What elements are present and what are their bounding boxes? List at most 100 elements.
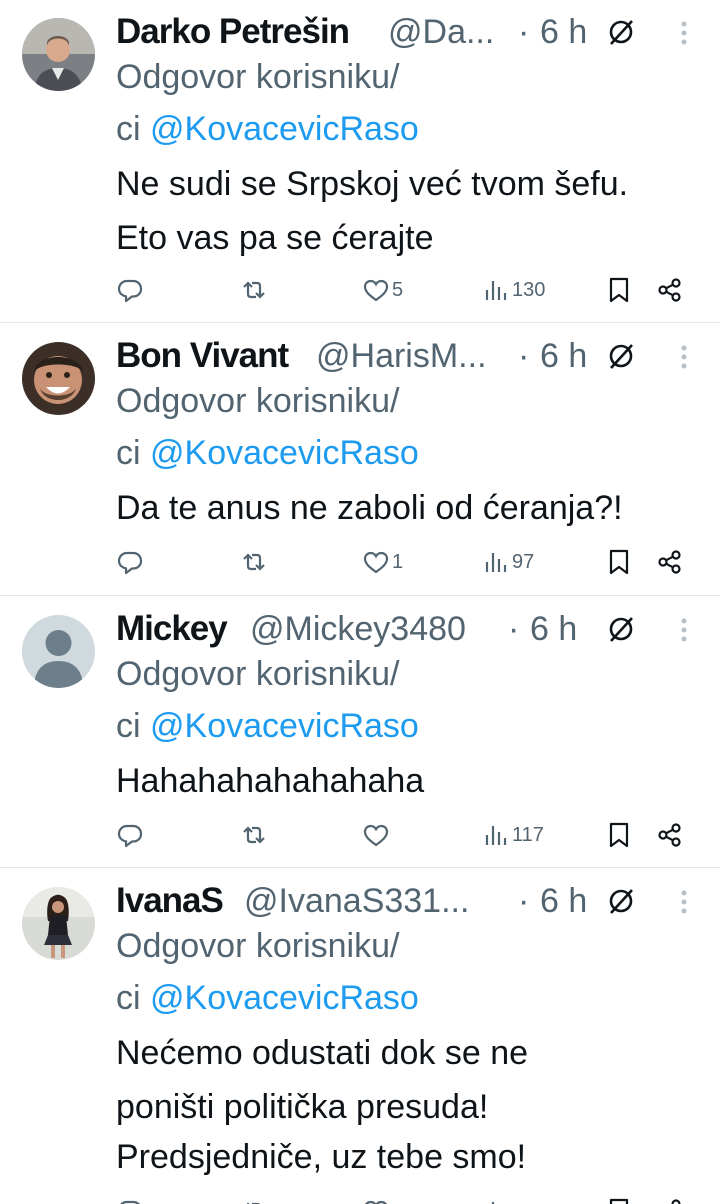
more-options-icon[interactable]: [679, 617, 689, 643]
tweet-divider: [0, 595, 720, 596]
display-name[interactable]: Bon Vivant: [116, 334, 289, 378]
more-options-icon[interactable]: [679, 344, 689, 370]
avatar[interactable]: [22, 342, 95, 415]
share-button[interactable]: [656, 542, 684, 582]
user-handle[interactable]: @HarisM...: [316, 334, 487, 378]
bookmark-button[interactable]: [605, 270, 633, 310]
action-bar: 117: [0, 815, 720, 855]
tweet-text-line: Nećemo odustati dok se ne: [116, 1034, 529, 1072]
views-icon: [485, 281, 507, 300]
reply-prefix: Odgovor korisniku/: [116, 927, 400, 965]
reply-context: Odgovor korisniku/: [116, 648, 399, 700]
avatar[interactable]: [22, 887, 95, 960]
reply-prefix: Odgovor korisniku/: [116, 382, 400, 420]
bookmark-icon: [609, 1198, 629, 1204]
bookmark-button[interactable]: [605, 1191, 633, 1204]
bookmark-button[interactable]: [605, 542, 633, 582]
display-name[interactable]: Mickey: [116, 607, 228, 651]
like-button[interactable]: 5: [362, 270, 403, 310]
mention-link[interactable]: @KovacevicRaso: [150, 707, 419, 745]
avatar[interactable]: [22, 18, 95, 91]
share-button[interactable]: [656, 1191, 684, 1204]
share-icon: [658, 823, 681, 847]
share-button[interactable]: [656, 815, 684, 855]
reply-feed: Darko Petrešin @Da... · 6 h Odgovor kori…: [0, 0, 720, 1204]
grok-icon[interactable]: [606, 886, 636, 916]
views-icon: [491, 1202, 495, 1204]
reply-button[interactable]: [116, 542, 144, 582]
bookmark-icon: [609, 277, 629, 303]
tweet-text-line: Hahahahahahahaha: [116, 762, 425, 800]
retweet-button[interactable]: [240, 542, 268, 582]
mention-link[interactable]: @KovacevicRaso: [150, 434, 419, 472]
views-button[interactable]: [482, 1191, 510, 1204]
reply-icon: [120, 1200, 141, 1204]
like-count: 1: [392, 551, 404, 573]
action-bar: 1 97: [0, 542, 720, 582]
bookmark-button[interactable]: [605, 815, 633, 855]
retweet-button[interactable]: [240, 270, 268, 310]
reply-prefix-2: ci: [116, 979, 150, 1017]
user-handle[interactable]: @Da...: [388, 10, 494, 54]
like-button[interactable]: 1: [362, 542, 403, 582]
tweet-2[interactable]: Bon Vivant @HarisM... · 6 h Odgovor kori…: [0, 324, 720, 594]
tweet-1[interactable]: Darko Petrešin @Da... · 6 h Odgovor kori…: [0, 0, 720, 322]
reply-context: Odgovor korisniku/: [116, 51, 399, 103]
views-button[interactable]: 97: [482, 542, 534, 582]
heart-icon: [363, 824, 389, 847]
more-options-icon[interactable]: [679, 20, 689, 46]
share-button[interactable]: [656, 270, 684, 310]
time-separator: ·: [518, 882, 530, 920]
reply-context-line2: ci @KovacevicRaso: [116, 972, 419, 1024]
reply-context-line2: ci @KovacevicRaso: [116, 103, 419, 155]
display-name[interactable]: IvanaS: [116, 879, 224, 923]
reply-button[interactable]: [116, 1191, 144, 1204]
tweet-divider: [0, 322, 720, 323]
more-options-icon[interactable]: [679, 889, 689, 915]
retweet-button[interactable]: [240, 815, 268, 855]
like-button[interactable]: [362, 1191, 390, 1204]
timestamp[interactable]: 6 h: [540, 879, 587, 923]
view-count: 117: [512, 824, 544, 846]
view-count: 97: [512, 551, 535, 573]
tweet-text-line: Eto vas pa se ćerajte: [116, 219, 434, 257]
tweet-4[interactable]: IvanaS @IvanaS331... · 6 h Odgovor koris…: [0, 869, 720, 1204]
reply-icon: [117, 279, 143, 303]
grok-icon[interactable]: [606, 341, 636, 371]
action-bar: [0, 1191, 720, 1204]
tweet-text-line: Da te anus ne zaboli od ćeranja?!: [116, 489, 623, 527]
mention-link[interactable]: @KovacevicRaso: [150, 110, 419, 148]
reply-prefix: Odgovor korisniku/: [116, 58, 400, 96]
tweet-3[interactable]: Mickey @Mickey3480 · 6 h Odgovor korisni…: [0, 597, 720, 867]
retweet-button[interactable]: [240, 1191, 268, 1204]
reply-context: Odgovor korisniku/: [116, 920, 399, 972]
like-button[interactable]: [362, 815, 392, 855]
reply-context-line2: ci @KovacevicRaso: [116, 427, 419, 479]
default-avatar[interactable]: [22, 615, 95, 688]
grok-icon[interactable]: [606, 17, 636, 47]
timestamp[interactable]: 6 h: [540, 10, 587, 54]
views-button[interactable]: 117: [482, 815, 544, 855]
mention-link[interactable]: @KovacevicRaso: [150, 979, 419, 1017]
action-bar: 5 130: [0, 270, 720, 310]
time-separator: ·: [518, 13, 530, 51]
reply-context: Odgovor korisniku/: [116, 375, 399, 427]
grok-icon[interactable]: [606, 614, 636, 644]
reply-prefix: Odgovor korisniku/: [116, 655, 400, 693]
reply-button[interactable]: [116, 815, 144, 855]
tweet-text-line: Ne sudi se Srpskoj već tvom šefu.: [116, 165, 629, 203]
like-count: 5: [392, 279, 404, 301]
retweet-icon: [243, 281, 265, 299]
retweet-icon: [243, 553, 265, 571]
bookmark-icon: [609, 549, 629, 575]
user-handle[interactable]: @IvanaS331...: [244, 879, 469, 923]
time-separator: ·: [508, 610, 520, 648]
reply-prefix-2: ci: [116, 110, 150, 148]
retweet-icon: [243, 826, 265, 844]
timestamp[interactable]: 6 h: [540, 334, 587, 378]
views-button[interactable]: 130: [482, 270, 545, 310]
display-name[interactable]: Darko Petrešin: [116, 10, 350, 54]
reply-button[interactable]: [116, 270, 144, 310]
timestamp[interactable]: 6 h: [530, 607, 577, 651]
user-handle[interactable]: @Mickey3480: [250, 607, 466, 651]
